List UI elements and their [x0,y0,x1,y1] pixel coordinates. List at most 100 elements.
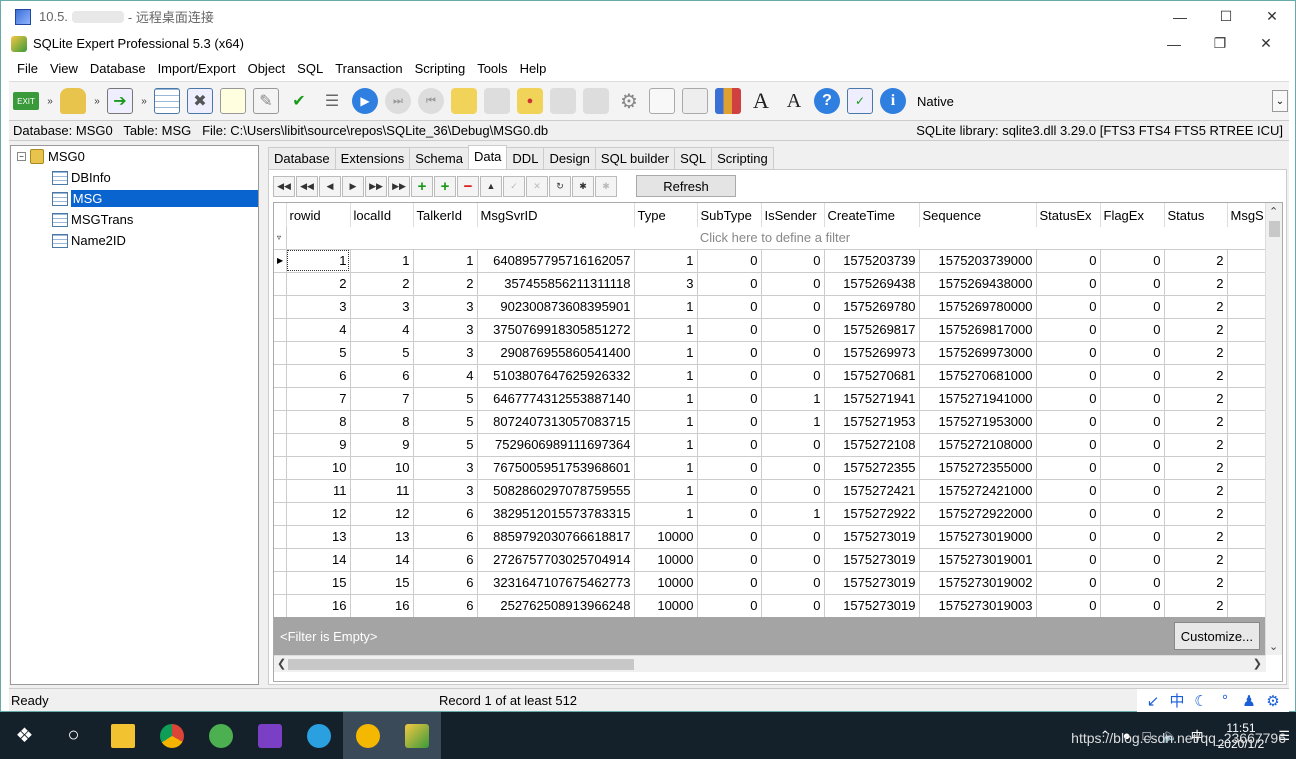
row-indicator[interactable] [274,571,287,595]
grid-cell[interactable]: 0 [1100,295,1165,319]
ime-moon-icon[interactable]: ☾ [1189,692,1213,710]
tab-extensions[interactable]: Extensions [334,147,411,169]
table-row[interactable]: 14 14 6 2726757703025704914 10000 0 0 157527301… [274,548,1268,572]
grid-cell[interactable]: 0 [1036,525,1101,549]
grid-cell[interactable]: 1575269780 [824,295,920,319]
row-indicator[interactable] [274,502,287,526]
delete-record-icon[interactable]: − [457,175,479,197]
grid-cell[interactable]: 0 [1100,318,1165,342]
grid-cell[interactable]: 4 [350,318,414,342]
grid-cell[interactable]: 0 [697,387,762,411]
grid-cell[interactable]: 0 [1100,548,1165,572]
script-save-icon[interactable] [550,88,576,114]
grid-cell[interactable]: 0 [697,525,762,549]
grid-cell[interactable]: 0 [1100,502,1165,526]
font-decrease-icon[interactable]: A [781,88,807,114]
grid-cell[interactable]: 0 [697,548,762,572]
grid-cell[interactable]: 0 [697,272,762,296]
grid-cell[interactable]: 0 [697,502,762,526]
grid-cell[interactable]: 1575273019 [824,594,920,618]
chrome-icon[interactable] [147,712,196,759]
grid-cell[interactable]: 10000 [634,594,698,618]
toolbar-chevron-down-icon[interactable]: ⌄ [1272,90,1288,112]
scroll-up-icon[interactable]: ⌃ [1269,205,1278,218]
table-row[interactable]: 11 11 3 5082860297078759555 1 0 0 1575272421 157… [274,479,1268,503]
grid-cell[interactable]: 0 [761,318,825,342]
column-header[interactable]: FlagEx [1100,203,1165,227]
grid-cell[interactable]: 1575269817000 [919,318,1037,342]
grid-cell[interactable]: 0 [1100,456,1165,480]
cancel-edit-icon[interactable]: ✕ [526,175,548,197]
grid-cell[interactable]: 3 [350,295,414,319]
help-icon[interactable]: ? [814,88,840,114]
grid-cell[interactable]: 7675005951753968601 [477,456,635,480]
grid-cell[interactable]: 0 [761,548,825,572]
grid-cell[interactable]: 0 [1100,249,1165,273]
grid-cell[interactable] [1227,295,1268,319]
sqlite-expert-taskbar-icon[interactable] [392,712,441,759]
grid-cell[interactable] [1227,502,1268,526]
row-indicator[interactable] [274,525,287,549]
grid-cell[interactable] [1227,387,1268,411]
grid-cell[interactable]: 6408957795716162057 [477,249,635,273]
app-minimize-button[interactable]: — [1151,32,1197,55]
grid-cell[interactable] [1227,479,1268,503]
grid-cell[interactable]: 0 [697,433,762,457]
font-increase-icon[interactable]: A [748,88,774,114]
grid-cell[interactable] [1227,548,1268,572]
grid-cell[interactable]: 7 [286,387,351,411]
grid-cell[interactable]: 2 [1164,249,1228,273]
close-button[interactable]: ✕ [1249,1,1295,32]
grid-cell[interactable]: 1 [286,249,351,273]
browser-icon[interactable] [196,712,245,759]
grid-cell[interactable]: 0 [1036,295,1101,319]
copy-icon[interactable] [649,88,675,114]
grid-cell[interactable]: 0 [1100,341,1165,365]
grid-cell[interactable]: 1 [634,502,698,526]
column-header[interactable]: Sequence [919,203,1037,227]
grid-cell[interactable]: 2 [1164,272,1228,296]
script-run-icon[interactable] [484,88,510,114]
grid-cell[interactable]: 0 [1100,571,1165,595]
grid-cell[interactable] [1227,410,1268,434]
grid-cell[interactable]: 5 [286,341,351,365]
grid-cell[interactable]: 1575273019000 [919,525,1037,549]
grid-cell[interactable]: 0 [697,364,762,388]
grid-cell[interactable]: 1 [350,249,414,273]
tab-ddl[interactable]: DDL [506,147,545,169]
tree-item-table[interactable]: Name2ID [11,230,258,251]
column-header[interactable]: MsgSvrID [477,203,635,227]
grid-cell[interactable]: 290876955860541400 [477,341,635,365]
grid-cell[interactable]: 1575271941 [824,387,920,411]
grid-cell[interactable]: 0 [761,249,825,273]
run-icon[interactable]: ▶ [352,88,378,114]
grid-cell[interactable]: 2 [1164,433,1228,457]
edit-view-icon[interactable]: ✎ [253,88,279,114]
grid-cell[interactable]: 1 [634,249,698,273]
grid-cell[interactable] [1227,594,1268,618]
table-row[interactable]: 10 10 3 7675005951753968601 1 0 0 1575272355 157… [274,456,1268,480]
row-indicator[interactable] [274,364,287,388]
grid-cell[interactable]: 0 [1100,594,1165,618]
tree-item-table[interactable]: MSGTrans [11,209,258,230]
grid-cell[interactable]: 1 [634,364,698,388]
grid-cell[interactable]: 1 [634,387,698,411]
grid-cell[interactable]: 0 [761,364,825,388]
settings-icon[interactable]: ⚙ [616,88,642,114]
grid-cell[interactable] [1227,249,1268,273]
tab-schema[interactable]: Schema [409,147,469,169]
grid-cell[interactable]: 357455856211311118 [477,272,635,296]
table-row[interactable]: 4 4 3 3750769918305851272 1 0 0 1575269817 15752… [274,318,1268,342]
script-icon[interactable] [451,88,477,114]
grid-cell[interactable]: 0 [697,571,762,595]
current-row-indicator-icon[interactable]: ▶ [274,249,287,273]
grid-cell[interactable] [1227,456,1268,480]
app-restore-button[interactable]: ❐ [1197,32,1243,55]
grid-cell[interactable]: 1 [413,249,478,273]
menu-object[interactable]: Object [242,61,292,76]
row-indicator[interactable] [274,548,287,572]
grid-cell[interactable]: 2 [1164,295,1228,319]
tab-data[interactable]: Data [467,145,508,169]
insert-record-icon[interactable]: + [411,175,433,197]
start-windows-icon[interactable]: ❖ [0,712,49,759]
